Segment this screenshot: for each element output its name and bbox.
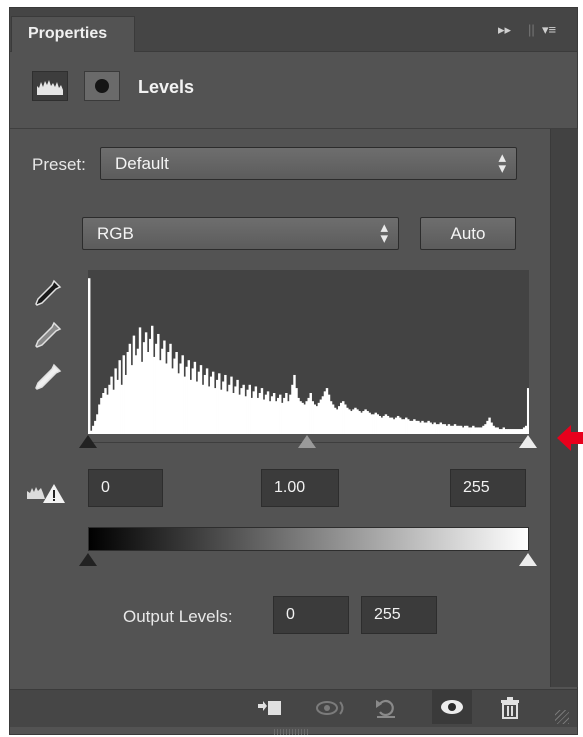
trash-icon[interactable] xyxy=(496,696,524,720)
input-highlights-field[interactable]: 255 xyxy=(450,469,526,507)
panel-footer-toolbar xyxy=(10,689,577,727)
reset-icon[interactable] xyxy=(372,696,400,720)
annotation-arrow-icon xyxy=(557,425,583,451)
auto-button[interactable]: Auto xyxy=(420,217,516,250)
select-arrows-icon: ▴ ▾ xyxy=(380,219,388,247)
output-high-field[interactable]: 255 xyxy=(361,596,437,634)
input-levels-icon xyxy=(25,479,69,512)
visibility-eye-icon[interactable] xyxy=(432,690,472,724)
resize-grip-icon[interactable] xyxy=(555,710,569,724)
panel-divider: || xyxy=(528,22,535,37)
properties-panel: Properties ▸▸ || ▾≡ Levels Preset: Defau… xyxy=(9,7,578,735)
output-gradient-bar xyxy=(88,527,529,551)
tab-properties[interactable]: Properties xyxy=(11,16,135,52)
output-low-field[interactable]: 0 xyxy=(273,596,349,634)
panel-tab-bar: Properties ▸▸ || ▾≡ xyxy=(10,8,577,52)
preset-label: Preset: xyxy=(32,155,86,174)
channel-select[interactable]: RGB ▴ ▾ xyxy=(82,217,399,250)
select-arrows-icon: ▴ ▾ xyxy=(498,149,506,177)
collapse-icon[interactable]: ▸▸ xyxy=(498,22,511,38)
preset-select[interactable]: Default ▴ ▾ xyxy=(100,147,517,180)
output-white-handle[interactable] xyxy=(519,553,537,566)
midtones-slider-handle[interactable] xyxy=(298,435,316,448)
input-shadows-field[interactable]: 0 xyxy=(88,469,163,507)
channel-value: RGB xyxy=(97,224,134,243)
mask-icon[interactable] xyxy=(84,71,120,101)
histogram-bin xyxy=(88,278,91,434)
shadows-slider-handle[interactable] xyxy=(79,435,97,448)
panel-menu-icon[interactable]: ▾≡ xyxy=(542,22,556,38)
output-black-handle[interactable] xyxy=(79,553,97,566)
histogram xyxy=(88,270,529,434)
histogram-chart xyxy=(88,278,529,434)
input-midtones-field[interactable]: 1.00 xyxy=(261,469,339,507)
adjustment-title: Levels xyxy=(138,77,195,97)
white-point-eyedropper-icon[interactable] xyxy=(30,361,64,395)
preset-value: Default xyxy=(115,154,169,173)
clip-to-layer-icon[interactable] xyxy=(256,696,284,720)
view-previous-state-icon[interactable] xyxy=(314,696,344,720)
levels-content: Preset: Default ▴ ▾ RGB ▴ ▾ Auto 0 1.00 … xyxy=(10,129,550,687)
black-point-eyedropper-icon[interactable] xyxy=(30,277,64,311)
adjustment-header: Levels xyxy=(10,52,577,129)
highlights-slider-handle[interactable] xyxy=(519,435,537,448)
gray-point-eyedropper-icon[interactable] xyxy=(30,319,64,353)
output-levels-label: Output Levels: xyxy=(123,607,233,626)
histogram-bin xyxy=(526,388,529,434)
levels-adjustment-icon[interactable] xyxy=(32,71,68,101)
scrollbar-track[interactable] xyxy=(550,129,578,687)
panel-resize-handle[interactable] xyxy=(274,729,308,735)
